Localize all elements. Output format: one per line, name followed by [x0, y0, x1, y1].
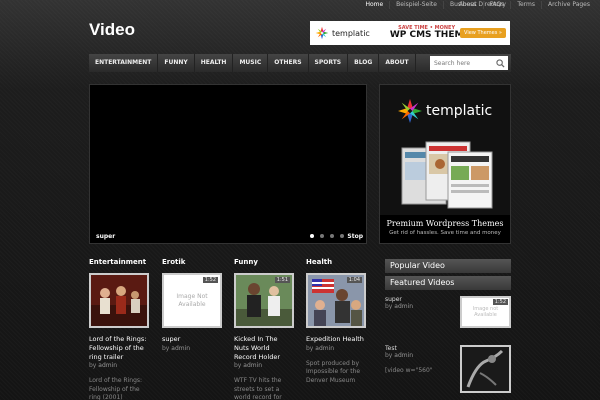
featured-item-author[interactable]: admin — [394, 352, 413, 359]
side-banner-ad[interactable]: templatic Premium Wordpress Themes Get r… — [379, 84, 511, 244]
video-thumbnail[interactable]: Image Not Available 1:52 — [162, 273, 222, 328]
site-title[interactable]: Video — [89, 20, 135, 40]
top-link-archive[interactable]: Archive Pages — [540, 1, 596, 9]
video-author[interactable]: admin — [243, 362, 262, 369]
search-icon[interactable] — [496, 58, 505, 68]
templatic-logo-icon — [315, 26, 329, 40]
banner-brand: templatic — [332, 28, 370, 38]
featured-videos-header[interactable]: Featured Videos — [385, 276, 511, 290]
slide-dot-2[interactable] — [320, 234, 324, 238]
nav-others[interactable]: OTHERS — [268, 54, 309, 72]
video-duration: 1:51 — [274, 277, 290, 283]
video-author-line: by admin — [306, 344, 335, 352]
side-ad-brand: templatic — [426, 103, 493, 119]
image-not-available-text: Image Not Available — [176, 293, 208, 308]
nav-health[interactable]: HEALTH — [195, 54, 234, 72]
category-column-health: Health 1:04 Expedition Health by admin S… — [306, 258, 366, 385]
slide-caption[interactable]: super — [96, 233, 115, 240]
video-duration: 1:04 — [346, 277, 362, 283]
popular-video-header[interactable]: Popular Video — [385, 259, 511, 273]
featured-item: super by admin Image not Available 1:52 — [385, 296, 511, 330]
category-heading[interactable]: Entertainment — [89, 258, 149, 266]
nav-music[interactable]: MUSIC — [233, 54, 269, 72]
nav-blog[interactable]: BLOG — [348, 54, 380, 72]
slide-dot-4[interactable] — [340, 234, 344, 238]
video-excerpt: Lord of the Rings: Fellowship of the rin… — [89, 377, 143, 400]
top-link-beispiel[interactable]: Beispiel-Seite — [389, 1, 443, 9]
slider-stop-button[interactable]: Stop — [347, 233, 363, 240]
category-column-funny: Funny 1:51 Kicked In The Nuts World Reco… — [234, 258, 294, 400]
top-link-faqs[interactable]: FAQs — [482, 1, 511, 9]
search-box[interactable]: Search here — [430, 56, 508, 70]
main-nav: ENTERTAINMENT FUNNY HEALTH MUSIC OTHERS … — [89, 54, 511, 72]
templatic-logo-icon — [398, 99, 422, 123]
slide-dot-1[interactable] — [310, 234, 314, 238]
nav-about[interactable]: ABOUT — [379, 54, 416, 72]
search-input[interactable]: Search here — [430, 60, 496, 67]
video-author-line: by admin — [162, 344, 191, 352]
video-author[interactable]: admin — [98, 362, 117, 369]
nav-sports[interactable]: SPORTS — [309, 54, 349, 72]
featured-item-thumbnail[interactable]: Image not Available 1:52 — [460, 296, 511, 328]
video-title[interactable]: Kicked In The Nuts World Record Holder — [234, 335, 294, 361]
slide-pager — [310, 234, 344, 238]
banner-headline: WP CMS THEM — [389, 30, 464, 40]
video-title[interactable]: super — [162, 335, 222, 344]
slide-dot-3[interactable] — [330, 234, 334, 238]
video-excerpt: Spot produced by Impossible for the Denv… — [306, 359, 361, 384]
featured-video-slider[interactable]: super Stop — [89, 84, 367, 244]
side-ad-subtitle: Get rid of hassles. Save time and money — [389, 230, 501, 236]
featured-item-thumbnail[interactable] — [460, 345, 511, 393]
side-ad-title: Premium Wordpress Themes — [386, 219, 504, 228]
video-author-line: by admin — [234, 362, 263, 370]
category-heading[interactable]: Erotik — [162, 258, 222, 266]
video-author-line: by admin — [89, 362, 118, 370]
video-title[interactable]: Lord of the Rings: Fellowship of the rin… — [89, 335, 149, 361]
category-column-erotik: Erotik Image Not Available 1:52 super by… — [162, 258, 222, 352]
theme-screenshots-image — [401, 141, 493, 209]
top-link-about[interactable]: About — [453, 1, 483, 9]
image-not-available-text: Image not Available — [472, 306, 499, 318]
category-heading[interactable]: Funny — [234, 258, 294, 266]
top-link-home[interactable]: Home — [359, 1, 389, 9]
header-banner-ad[interactable]: templatic SAVE TIME • MONEY WP CMS THEM … — [310, 21, 510, 45]
video-duration: 1:52 — [492, 299, 508, 305]
featured-item-author[interactable]: admin — [394, 303, 413, 310]
video-duration: 1:52 — [202, 277, 218, 283]
category-heading[interactable]: Health — [306, 258, 366, 266]
nav-entertainment[interactable]: ENTERTAINMENT — [89, 54, 159, 72]
video-thumbnail[interactable]: 1:51 — [234, 273, 294, 328]
category-column-entertainment: Entertainment Lord of the Rings: Fellows… — [89, 258, 149, 400]
thumbnail-image — [462, 347, 509, 391]
top-link-terms[interactable]: Terms — [510, 1, 541, 9]
video-excerpt: WTF TV hits the streets to set a world r… — [234, 377, 282, 400]
video-thumbnail[interactable]: 1:04 — [306, 273, 366, 328]
top-nav-right: About FAQs Terms Archive Pages — [453, 1, 596, 9]
view-themes-button[interactable]: View Themes » — [460, 28, 506, 38]
video-author[interactable]: admin — [315, 345, 334, 352]
video-title[interactable]: Expedition Health — [306, 335, 366, 344]
nav-funny[interactable]: FUNNY — [158, 54, 195, 72]
video-author[interactable]: admin — [171, 345, 190, 352]
thumbnail-image — [91, 275, 147, 326]
video-thumbnail[interactable] — [89, 273, 149, 328]
featured-item: Test by admin [video w="560" — [385, 345, 511, 393]
